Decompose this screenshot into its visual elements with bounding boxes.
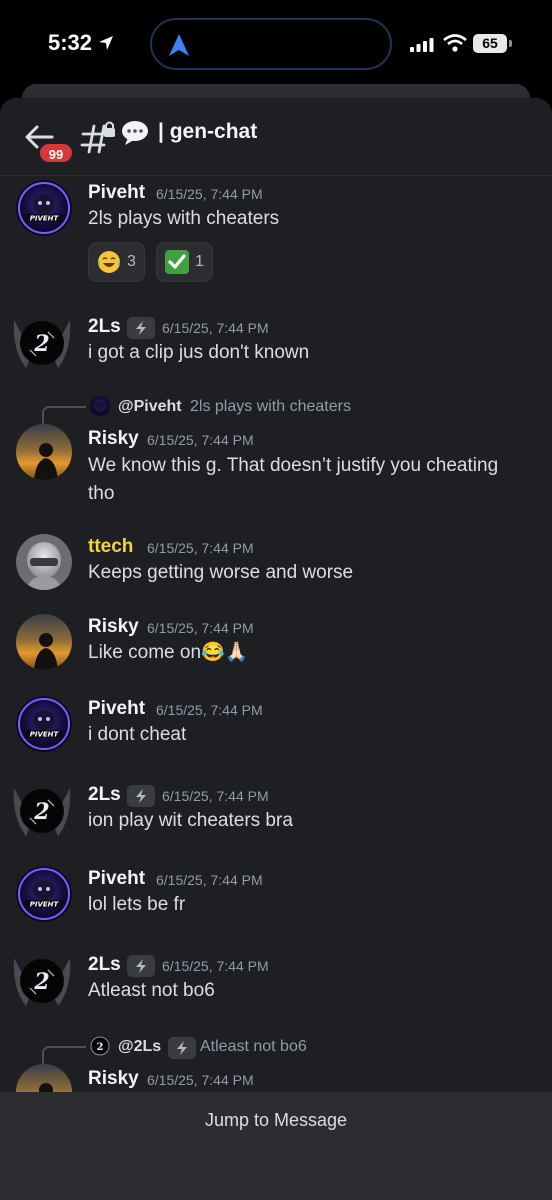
lightning-icon [136,321,146,335]
timestamp: 6/15/25, 7:44 PM [147,1072,254,1088]
channel-view: 99 | gen-chat PIVEHT Piveht 6/15/25, 7:4… [0,98,552,1200]
author-name[interactable]: Risky [88,616,139,638]
reply-avatar-piveht [90,396,110,416]
author-name[interactable]: Piveht [88,698,145,720]
svg-text:2: 2 [33,969,49,995]
svg-text:PIVEHT: PIVEHT [30,901,60,909]
svg-text:PIVEHT: PIVEHT [30,731,60,739]
author-name[interactable]: 2Ls [88,954,121,976]
reply-author[interactable]: @Piveht [118,398,182,416]
message-content: lol lets be fr [88,894,186,915]
reaction-check[interactable]: 1 [156,242,213,282]
avatar-piveht[interactable]: PIVEHT [16,696,72,752]
lightning-icon [136,959,146,973]
author-name[interactable]: ttech [88,536,133,558]
avatar-ttech[interactable] [16,534,72,590]
avatar-risky[interactable] [16,614,72,670]
svg-text:2: 2 [33,799,49,825]
navigation-arrow-icon [169,34,189,56]
message-content: 2ls plays with cheaters [88,208,280,229]
timestamp: 6/15/25, 7:44 PM [147,540,254,556]
message-content: i got a clip jus don't known [88,342,310,363]
avatar-risky[interactable] [16,424,72,480]
message-content: Keeps getting worse and worse [88,562,354,583]
unread-badge: 99 [38,142,74,164]
status-time: 5:32 [48,30,114,56]
timestamp: 6/15/25, 7:44 PM [156,186,263,202]
avatar-2ls[interactable]: 2 [10,948,74,1014]
timestamp: 6/15/25, 7:44 PM [162,320,269,336]
reply-connector [42,406,86,424]
status-time-text: 5:32 [48,30,93,55]
reply-preview[interactable]: Atleast not bo6 [200,1038,307,1056]
reaction-count: 3 [127,253,136,270]
bot-tag [127,955,155,977]
svg-text:2: 2 [97,1042,104,1053]
reaction-count: 1 [195,253,204,270]
author-name[interactable]: Risky [88,1068,139,1090]
timestamp: 6/15/25, 7:44 PM [162,788,269,804]
bot-tag [168,1037,196,1059]
message-content: We know this g. That doesn’t justify you… [88,455,499,504]
location-arrow-icon [99,36,114,50]
timestamp: 6/15/25, 7:44 PM [162,958,269,974]
bot-tag [127,317,155,339]
dynamic-island [150,18,392,70]
status-bar: 5:32 65 [0,0,552,92]
jump-to-message-bar[interactable]: Jump to Message [0,1092,552,1200]
timestamp: 6/15/25, 7:44 PM [156,872,263,888]
message-content: Atleast not bo6 [88,980,215,1001]
reaction-laughing[interactable]: 3 [88,242,145,282]
battery-nub [509,40,512,47]
avatar-2ls[interactable]: 2 [10,778,74,844]
reply-preview[interactable]: 2ls plays with cheaters [190,398,351,416]
timestamp: 6/15/25, 7:44 PM [147,620,254,636]
battery-indicator: 65 [473,34,507,53]
locked-channel-hash-icon [80,121,115,154]
message-content: i dont cheat [88,724,187,745]
avatar-2ls[interactable]: 2 [10,310,74,376]
reply-author[interactable]: @2Ls [118,1038,161,1056]
wifi-icon [443,34,467,52]
laughing-tears-emoji-icon [98,251,120,273]
author-name[interactable]: Piveht [88,182,145,204]
bot-tag [127,785,155,807]
timestamp: 6/15/25, 7:44 PM [156,702,263,718]
cellular-signal-icon [410,38,434,52]
author-name[interactable]: Risky [88,428,139,450]
lightning-icon [177,1041,187,1055]
author-name[interactable]: 2Ls [88,316,121,338]
check-mark-emoji-icon [165,250,189,274]
reply-avatar-2ls: 2 [90,1036,110,1056]
author-name[interactable]: 2Ls [88,784,121,806]
reactions-row: 3 1 [88,242,288,284]
lightning-icon [136,789,146,803]
channel-name[interactable]: | gen-chat [158,120,257,144]
speech-bubble-icon [122,121,148,145]
reply-connector [42,1046,86,1064]
author-name[interactable]: Piveht [88,868,145,890]
message-content: ion play wit cheaters bra [88,810,293,831]
jump-to-message-button[interactable]: Jump to Message [0,1110,552,1131]
timestamp: 6/15/25, 7:44 PM [147,432,254,448]
avatar-piveht[interactable]: PIVEHT [16,866,72,922]
svg-text:2: 2 [33,331,49,357]
avatar-piveht[interactable]: PIVEHT [16,180,72,236]
message-content: Like come on😂🙏🏻 [88,642,249,663]
svg-text:PIVEHT: PIVEHT [30,215,60,223]
channel-header: 99 | gen-chat [0,98,552,176]
